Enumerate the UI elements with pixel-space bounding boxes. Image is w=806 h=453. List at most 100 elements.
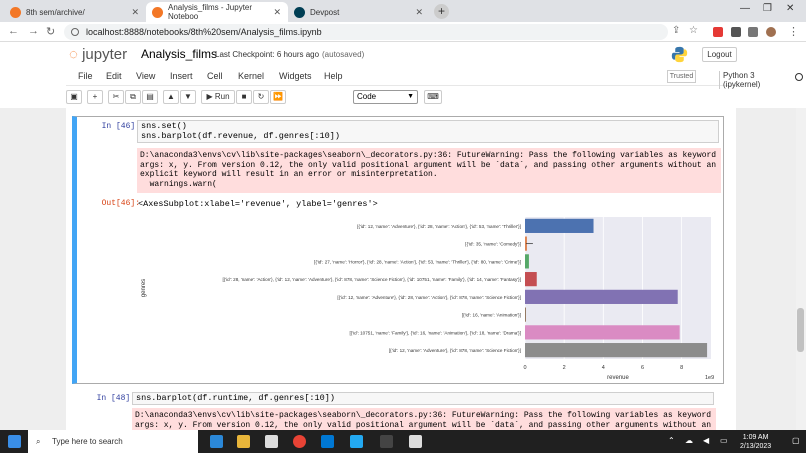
notebook-title[interactable]: Analysis_films: [141, 47, 217, 61]
paste-icon[interactable]: ▤: [142, 90, 158, 104]
autosave-status: (autosaved): [322, 50, 365, 59]
menu-insert[interactable]: Insert: [170, 71, 193, 81]
page-scrollbar[interactable]: [796, 108, 806, 430]
tray-network-icon[interactable]: ☁: [685, 436, 693, 445]
save-icon[interactable]: ▣: [66, 90, 82, 104]
app-icon[interactable]: [321, 435, 334, 448]
kernel-status-icon: [795, 73, 803, 81]
move-down-icon[interactable]: ▼: [180, 90, 196, 104]
menu-cell[interactable]: Cell: [207, 71, 223, 81]
vscode-icon[interactable]: [350, 435, 363, 448]
close-tab-icon[interactable]: ✕: [273, 7, 281, 18]
menu-view[interactable]: View: [136, 71, 155, 81]
address-bar-row: ← → ↻ localhost:8888/notebooks/8th%20sem…: [0, 22, 806, 42]
x-tick-label: 2: [563, 365, 566, 371]
tab-analysis-films[interactable]: Analysis_films - Jupyter Noteboo ✕: [146, 2, 288, 22]
y-tick-label: [{'id': 28, 'name': 'Action'}, {'id': 12…: [222, 277, 521, 282]
run-button[interactable]: ▶ Run: [201, 90, 235, 104]
store-icon[interactable]: [265, 435, 278, 448]
checkpoint-status: Last Checkpoint: 6 hours ago: [215, 50, 320, 59]
edge-browser-icon[interactable]: [210, 435, 223, 448]
menu-widgets[interactable]: Widgets: [279, 71, 312, 81]
logout-button[interactable]: Logout: [702, 47, 737, 62]
volume-icon[interactable]: ◀: [703, 436, 709, 445]
code-editor[interactable]: sns.set() sns.barplot(df.revenue, df.genr…: [137, 120, 719, 143]
input-prompt: In [48]:: [96, 394, 135, 403]
cut-icon[interactable]: ✂: [108, 90, 124, 104]
taskbar-search-box[interactable]: ⌕ Type here to search: [28, 430, 198, 453]
bar: [525, 343, 708, 358]
close-tab-icon[interactable]: ✕: [415, 7, 423, 18]
close-tab-icon[interactable]: ✕: [131, 7, 139, 18]
back-icon[interactable]: ←: [8, 25, 19, 37]
bookmark-star-icon[interactable]: ☆: [689, 25, 698, 36]
extensions-puzzle-icon[interactable]: [731, 27, 741, 37]
bar: [525, 325, 680, 340]
forward-icon[interactable]: →: [28, 25, 39, 37]
menu-help[interactable]: Help: [324, 71, 343, 81]
menu-edit[interactable]: Edit: [106, 71, 122, 81]
adblock-extension-icon[interactable]: [713, 27, 723, 37]
trusted-badge[interactable]: Trusted: [667, 70, 696, 83]
stderr-warning: D:\anaconda3\envs\cv\lib\site-packages\s…: [132, 408, 716, 430]
search-icon: ⌕: [36, 437, 41, 446]
notebook-toolbar: ▣ + ✂ ⧉ ▤ ▲ ▼ ▶ Run ■ ↻ ⏩ Code ▼ ⌨: [66, 87, 736, 107]
url-field[interactable]: localhost:8888/notebooks/8th%20sem/Analy…: [64, 24, 668, 40]
menu-bar: File Edit View Insert Cell Kernel Widget…: [66, 68, 803, 89]
bar: [525, 289, 678, 304]
bar: [525, 272, 537, 287]
terminal-icon[interactable]: [380, 435, 393, 448]
tab-archive[interactable]: 8th sem/archive/ ✕: [4, 2, 146, 22]
scrollbar-thumb[interactable]: [797, 308, 804, 352]
jupyter-logo[interactable]: ◌ jupyter: [69, 46, 127, 63]
minimize-icon[interactable]: —: [740, 3, 750, 14]
code-cell-48[interactable]: In [48]: sns.barplot(df.runtime, df.genr…: [72, 390, 724, 430]
y-tick-label: [{'id': 12, 'name': 'Adventure'}, {'id':…: [357, 224, 521, 229]
x-tick-label: 0: [523, 365, 526, 371]
browser-menu-icon[interactable]: ⋮: [788, 25, 799, 38]
tray-chevron-icon[interactable]: ⌃: [668, 436, 675, 445]
windows-start-icon[interactable]: [8, 435, 21, 448]
tab-label: Analysis_films - Jupyter Noteboo: [168, 3, 253, 21]
menu-file[interactable]: File: [78, 71, 93, 81]
y-tick-label: [{'id': 16, 'name': 'Animation'}]: [462, 313, 521, 318]
command-palette-icon[interactable]: ⌨: [424, 90, 442, 104]
site-info-icon[interactable]: [71, 28, 79, 36]
move-up-icon[interactable]: ▲: [163, 90, 179, 104]
jupyter-favicon-icon: [10, 6, 21, 18]
taskbar-clock[interactable]: 1:09 AM 2/13/2023: [740, 433, 771, 451]
url-text: localhost:8888/notebooks/8th%20sem/Analy…: [86, 27, 322, 37]
code-cell-46[interactable]: In [46]: sns.set() sns.barplot(df.revenue…: [72, 116, 724, 384]
share-icon[interactable]: ⇪: [672, 25, 680, 36]
input-prompt: In [46]:: [101, 122, 140, 131]
paint-icon[interactable]: [409, 435, 422, 448]
battery-icon[interactable]: ▭: [720, 436, 728, 445]
output-prompt: Out[46]:: [101, 199, 140, 208]
maximize-icon[interactable]: ❐: [763, 3, 772, 14]
profile-avatar[interactable]: [766, 27, 776, 37]
restart-run-all-icon[interactable]: ⏩: [270, 90, 286, 104]
menu-kernel[interactable]: Kernel: [238, 71, 264, 81]
file-explorer-icon[interactable]: [237, 435, 250, 448]
new-tab-button[interactable]: +: [434, 4, 449, 19]
sidebar-icon[interactable]: [748, 27, 758, 37]
y-tick-label: [{'id': 12, 'name': 'Adventure'}, {'id':…: [389, 348, 521, 353]
code-editor[interactable]: sns.barplot(df.runtime, df.genres[:10]): [132, 392, 714, 405]
barplot-svg: 0 2 4 6 8 [{'id': 12, 'name': 'Adventure'}, {…: [141, 217, 714, 381]
jupyter-header: ◌ jupyter Analysis_films Last Checkpoint…: [0, 42, 806, 68]
y-tick-label: [{'id': 27, 'name': 'Horror'}, {'id': 28…: [314, 259, 521, 264]
interrupt-icon[interactable]: ■: [236, 90, 252, 104]
y-tick-label: [{'id': 12, 'name': 'Adventure'}, {'id':…: [337, 295, 521, 300]
cell-type-select[interactable]: Code ▼: [353, 90, 418, 104]
tab-devpost[interactable]: Devpost ✕: [288, 2, 430, 22]
close-window-icon[interactable]: ✕: [786, 3, 794, 14]
reload-icon[interactable]: ↻: [46, 25, 55, 38]
chrome-icon[interactable]: [293, 435, 306, 448]
notifications-icon[interactable]: ▢: [792, 436, 800, 445]
insert-cell-icon[interactable]: +: [87, 90, 103, 104]
notebook-area: In [46]: sns.set() sns.barplot(df.revenue…: [0, 108, 796, 430]
restart-icon[interactable]: ↻: [253, 90, 269, 104]
copy-icon[interactable]: ⧉: [125, 90, 141, 104]
x-offset-label: 1e9: [705, 375, 714, 381]
tab-label: Devpost: [310, 7, 340, 17]
